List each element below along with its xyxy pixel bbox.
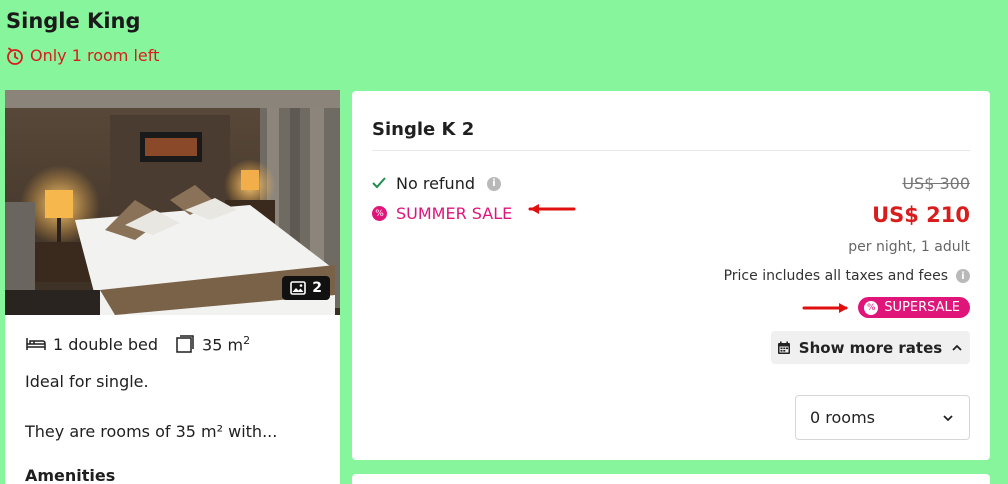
bed-icon bbox=[26, 338, 46, 351]
show-more-rates-button[interactable]: Show more rates bbox=[771, 331, 970, 364]
amenities-heading: Amenities bbox=[25, 466, 116, 484]
check-icon bbox=[372, 174, 386, 193]
scarcity-text: Only 1 room left bbox=[30, 46, 160, 65]
divider bbox=[372, 150, 970, 151]
timer-icon bbox=[7, 47, 23, 65]
promo-label: SUMMER SALE bbox=[396, 204, 513, 223]
room-size-icon bbox=[176, 335, 194, 353]
annotation-arrow bbox=[528, 204, 576, 214]
scarcity-notice: Only 1 room left bbox=[6, 46, 159, 65]
rooms-select-value: 0 rooms bbox=[810, 408, 875, 427]
calendar-icon bbox=[777, 341, 790, 354]
photo-count-badge[interactable]: 2 bbox=[282, 276, 330, 300]
rate-title: Single K 2 bbox=[372, 119, 475, 140]
price-unit: per night, 1 adult bbox=[848, 239, 970, 255]
tax-note: Price includes all taxes and fees i bbox=[724, 268, 970, 284]
room-info-card: 2 1 double bed 35 m2 Ideal for single. T… bbox=[5, 90, 340, 484]
chevron-up-icon bbox=[952, 344, 962, 351]
rooms-select[interactable]: 0 rooms bbox=[795, 395, 970, 440]
room-summary[interactable]: They are rooms of 35 m² with... bbox=[25, 422, 277, 441]
rate-card: Single K 2 No refund i % SUMMER SALE US$… bbox=[352, 91, 990, 460]
info-icon[interactable]: i bbox=[956, 269, 970, 283]
next-rate-card bbox=[352, 474, 990, 484]
bed-fact: 1 double bed bbox=[25, 335, 158, 354]
info-icon[interactable]: i bbox=[486, 176, 501, 191]
refund-policy: No refund i bbox=[372, 174, 501, 193]
image-icon bbox=[290, 281, 307, 295]
size-fact: 35 m2 bbox=[174, 334, 250, 354]
tax-note-label: Price includes all taxes and fees bbox=[723, 268, 948, 284]
room-title: Single King bbox=[6, 9, 141, 33]
promo-line: % SUMMER SALE bbox=[372, 204, 512, 223]
sale-price: US$ 210 bbox=[872, 203, 970, 227]
size-label: 35 m2 bbox=[202, 334, 250, 354]
chevron-down-icon bbox=[943, 414, 953, 421]
supersale-label: SUPERSALE bbox=[884, 300, 960, 315]
supersale-badge: % SUPERSALE bbox=[858, 297, 970, 318]
annotation-arrow bbox=[802, 303, 848, 313]
room-description: Ideal for single. bbox=[25, 372, 149, 391]
discount-icon: % bbox=[864, 300, 879, 315]
refund-policy-label: No refund bbox=[396, 174, 475, 193]
size-exponent: 2 bbox=[243, 334, 251, 347]
discount-icon: % bbox=[372, 206, 387, 221]
photo-count: 2 bbox=[312, 280, 322, 296]
original-price: US$ 300 bbox=[902, 174, 970, 193]
bed-label: 1 double bed bbox=[53, 334, 159, 354]
show-more-rates-label: Show more rates bbox=[798, 338, 943, 357]
size-value: 35 m bbox=[202, 335, 244, 355]
room-facts: 1 double bed 35 m2 bbox=[25, 334, 250, 354]
